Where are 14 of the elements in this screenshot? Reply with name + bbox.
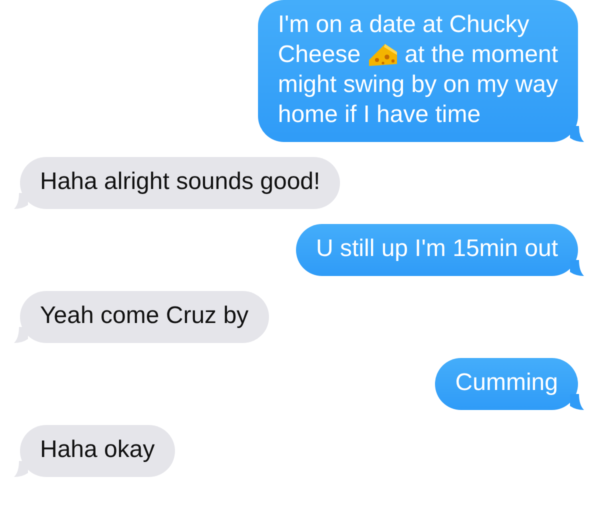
message-text: Haha alright sounds good! bbox=[40, 167, 320, 197]
message-text: Cumming bbox=[455, 368, 558, 398]
bubble-tail bbox=[570, 394, 584, 410]
message-text: Haha okay bbox=[40, 435, 155, 465]
message-text: at the moment bbox=[404, 40, 558, 70]
message-text: I'm on a date at Chucky bbox=[278, 10, 530, 40]
message-text: might swing by on my way bbox=[278, 70, 558, 100]
cheese-icon bbox=[368, 44, 397, 66]
bubble-tail bbox=[570, 126, 584, 142]
message-text: U still up I'm 15min out bbox=[316, 234, 558, 264]
message-text: Yeah come Cruz by bbox=[40, 301, 249, 331]
message-text: Cheese bbox=[278, 40, 361, 70]
message-text: home if I have time bbox=[278, 100, 481, 130]
bubble-tail bbox=[570, 260, 584, 276]
